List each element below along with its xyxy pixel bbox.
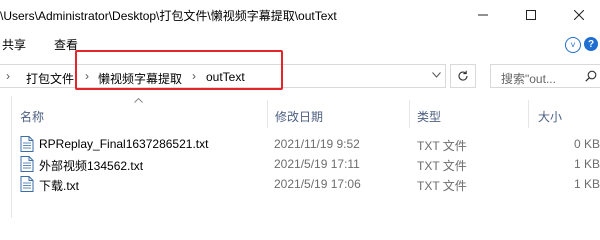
file-type: TXT 文件 [417, 139, 467, 153]
help-icon[interactable]: ? [584, 37, 598, 51]
file-row[interactable]: RPReplay_Final1637286521.txt 2021/11/19 … [12, 134, 600, 154]
file-row[interactable]: 外部视频134562.txt 2021/5/19 17:11 TXT 文件 1 … [12, 154, 600, 174]
file-name: 下载.txt [39, 179, 80, 193]
file-size: 1 KB [573, 157, 600, 171]
breadcrumb-item-pack-files[interactable]: 打包文件 [26, 70, 74, 87]
breadcrumb-separator: › [6, 69, 10, 83]
file-date: 2021/5/19 17:11 [274, 157, 360, 171]
file-date: 2021/11/19 9:52 [274, 137, 360, 151]
search-placeholder: 搜索"out... [501, 72, 556, 86]
title-bar: \Users\Administrator\Desktop\打包文件\懒视频字幕提… [0, 0, 600, 30]
close-button[interactable] [556, 0, 600, 30]
search-input[interactable]: 搜索"out... [490, 64, 600, 88]
minimize-button[interactable] [460, 0, 506, 30]
column-header: 名称 修改日期 类型 大小 [0, 97, 600, 129]
file-date: 2021/5/19 17:06 [274, 177, 361, 191]
column-header-name[interactable]: 名称 [20, 108, 44, 125]
column-header-size[interactable]: 大小 [538, 108, 562, 125]
refresh-button[interactable] [450, 64, 476, 88]
address-history-dropdown[interactable] [432, 70, 441, 81]
file-name: 外部视频134562.txt [39, 159, 144, 173]
chevron-down-icon: ˅ [570, 40, 576, 50]
file-name: RPReplay_Final1637286521.txt [39, 137, 209, 151]
maximize-button[interactable] [508, 0, 554, 30]
maximize-icon [526, 10, 536, 20]
close-icon [574, 10, 584, 20]
text-file-icon [20, 136, 34, 152]
tab-share[interactable]: 共享 [2, 36, 26, 53]
file-type: TXT 文件 [417, 159, 467, 173]
minimize-icon [478, 14, 488, 16]
file-size: 1 KB [573, 177, 600, 191]
search-icon[interactable] [585, 70, 597, 85]
window-title: \Users\Administrator\Desktop\打包文件\懒视频字幕提… [0, 9, 337, 23]
column-divider[interactable] [409, 100, 410, 128]
file-type: TXT 文件 [417, 179, 467, 193]
ribbon-expand-button[interactable]: ˅ [565, 37, 581, 53]
column-divider[interactable] [267, 100, 268, 128]
file-size: 0 KB [573, 137, 600, 151]
column-header-type[interactable]: 类型 [417, 108, 441, 125]
file-row[interactable]: 下载.txt 2021/5/19 17:06 TXT 文件 1 KB [12, 174, 600, 194]
text-file-icon [20, 156, 34, 172]
column-divider[interactable] [528, 100, 529, 128]
highlight-annotation [75, 50, 283, 90]
refresh-icon [458, 70, 468, 81]
column-header-date[interactable]: 修改日期 [275, 108, 323, 125]
chevron-down-icon [432, 72, 441, 78]
text-file-icon [20, 176, 34, 192]
